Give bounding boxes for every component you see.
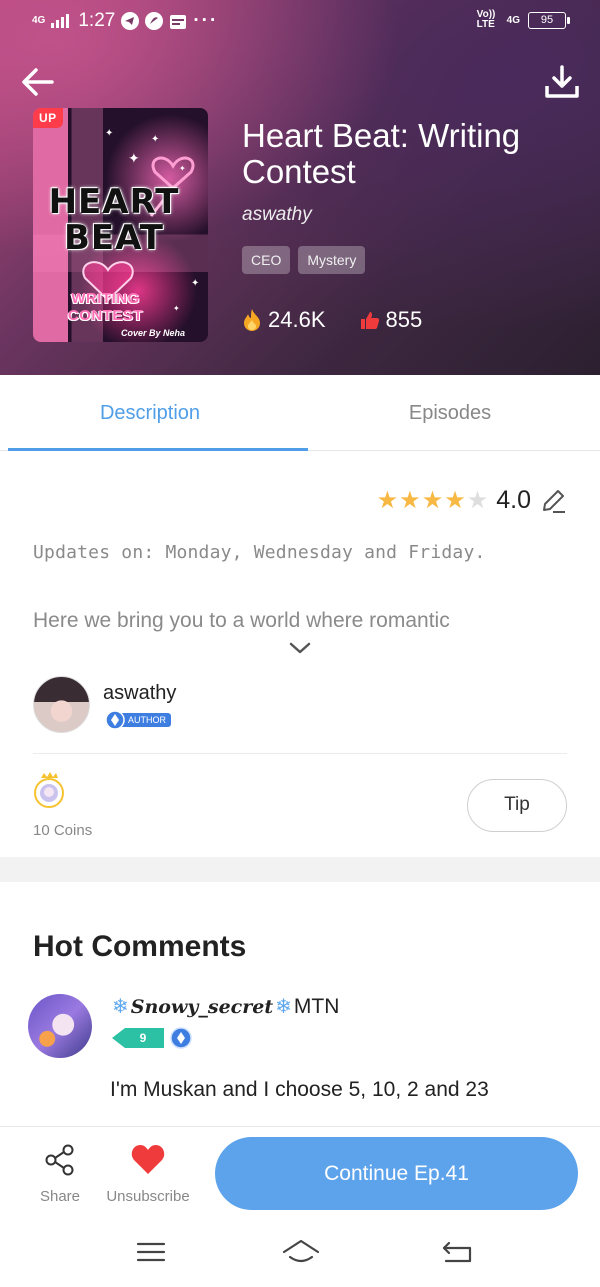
commenter-name[interactable]: ❄ Snowy_secret ❄ MTN [112, 994, 339, 1019]
snowflake-icon: ❄ [275, 996, 292, 1018]
book-stats: 24.6K 855 [242, 307, 422, 333]
tab-episodes[interactable]: Episodes [300, 375, 600, 450]
share-button[interactable]: Share [30, 1143, 90, 1205]
clock: 1:27 [78, 10, 116, 31]
likes-count: 855 [385, 307, 423, 332]
fire-icon [244, 309, 260, 331]
network-indicator: 4G [32, 15, 46, 26]
synopsis-preview: Here we bring you to a world where roman… [33, 609, 450, 632]
share-label: Share [39, 1188, 81, 1205]
author-diamond-icon [105, 710, 125, 730]
bottom-action-bar: Share Unsubscribe Continue Ep.41 [0, 1126, 600, 1221]
battery-level: 95 [540, 13, 554, 26]
home-icon[interactable] [281, 1237, 321, 1267]
hot-comments-heading: Hot Comments [33, 930, 247, 963]
commenter-avatar[interactable] [28, 994, 92, 1058]
book-cover[interactable]: ✦ ✦ ✦ ✦ ✦ ✦ UP HEART BEAT WRITING CONTES… [33, 108, 208, 342]
commenter-name-script: Snowy_secret [130, 995, 274, 1018]
system-navigation-bar [0, 1221, 600, 1287]
tag-mystery[interactable]: Mystery [298, 246, 366, 274]
commenter-name-suffix: MTN [293, 994, 340, 1018]
views-count: 24.6K [268, 307, 326, 332]
book-title: Heart Beat: Writing Contest [242, 117, 521, 190]
tip-section: 10 Coins Tip [33, 770, 567, 840]
book-author[interactable]: aswathy [242, 204, 312, 226]
back-arrow-icon[interactable] [18, 62, 58, 102]
coins-count: 10 Coins [33, 822, 93, 839]
unsubscribe-button[interactable]: Unsubscribe [98, 1143, 198, 1205]
book-header: 4G 1:27 ··· Vo)) LTE 4G 95 ✦ ✦ ✦ ✦ ✦ ✦ U… [0, 0, 600, 375]
commenter-badges: 9 [112, 1027, 192, 1049]
update-badge: UP [33, 108, 63, 128]
star-icon: ★ [421, 486, 444, 514]
tip-button[interactable]: Tip [467, 779, 567, 832]
author-badge: AUTHOR [105, 710, 171, 730]
telegram-icon [121, 12, 140, 30]
continue-reading-button[interactable]: Continue Ep.41 [215, 1137, 578, 1210]
star-icon: ★ [399, 486, 421, 514]
tab-description[interactable]: Description [0, 375, 308, 451]
rating: ★ ★ ★ ★ ★ 4.0 [377, 486, 567, 515]
network-4g-indicator: 4G [506, 14, 520, 26]
thumbs-up-icon [360, 312, 379, 329]
back-nav-icon[interactable] [440, 1239, 474, 1265]
author-name[interactable]: aswathy [103, 682, 176, 705]
status-bar: 4G 1:27 ··· Vo)) LTE 4G 95 [0, 0, 600, 46]
comment-text: I'm Muskan and I choose 5, 10, 2 and 23 [110, 1078, 489, 1101]
volte-indicator: Vo)) LTE [476, 9, 496, 30]
star-empty-icon: ★ [466, 486, 489, 514]
battery-icon: 95 [528, 11, 570, 29]
signal-icon [51, 14, 70, 28]
download-icon[interactable] [542, 62, 582, 102]
share-icon [45, 1144, 74, 1176]
cover-credit: Cover By Neha [121, 328, 186, 338]
likes-stat: 855 [360, 307, 423, 333]
more-notifications-icon: ··· [193, 10, 219, 31]
app-notification-icon [145, 12, 164, 30]
star-icon: ★ [376, 486, 399, 514]
views-stat: 24.6K [242, 307, 326, 333]
edit-rating-icon[interactable] [539, 487, 567, 515]
unsubscribe-label: Unsubscribe [106, 1188, 190, 1205]
snowflake-icon: ❄ [112, 996, 129, 1018]
menu-icon[interactable] [136, 1241, 166, 1263]
rating-stars: ★ ★ ★ ★ ★ [376, 486, 489, 514]
diamond-badge-icon [170, 1027, 192, 1049]
cover-subtitle: WRITING CONTEST [67, 290, 144, 324]
tab-bar: Description Episodes [0, 375, 600, 451]
heart-icon [131, 1145, 165, 1174]
rating-value: 4.0 [496, 486, 531, 514]
tag-ceo[interactable]: CEO [242, 246, 291, 274]
author-avatar[interactable] [33, 676, 90, 733]
star-icon: ★ [444, 486, 466, 514]
level-badge: 9 [112, 1028, 164, 1048]
cover-title: HEART BEAT [48, 182, 180, 258]
section-divider [0, 857, 600, 882]
tag-list: CEO Mystery [242, 246, 366, 274]
author-profile[interactable]: aswathy AUTHOR [33, 676, 567, 754]
update-schedule: Updates on: Monday, Wednesday and Friday… [33, 542, 486, 563]
chevron-down-icon[interactable] [288, 640, 312, 656]
supporter-avatar-icon [34, 772, 64, 808]
calendar-icon [170, 15, 187, 29]
